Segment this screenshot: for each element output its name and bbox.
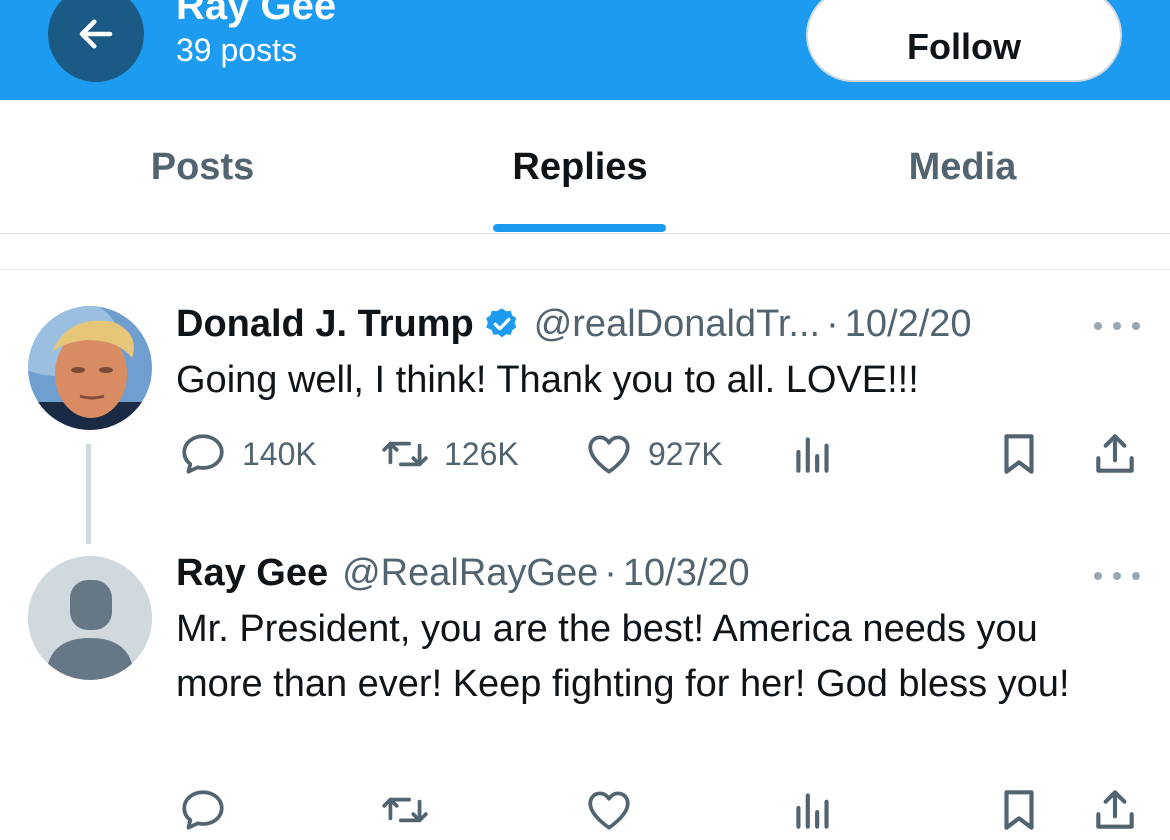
author-name[interactable]: Ray Gee xyxy=(176,552,328,595)
profile-header: Ray Gee 39 posts Follow xyxy=(0,0,1170,100)
tweet-actions: 140K 126K 927K xyxy=(0,424,1170,484)
tweet-date[interactable]: 10/3/20 xyxy=(623,552,750,595)
reply-count: 140K xyxy=(242,435,317,472)
views-icon xyxy=(796,793,829,829)
verified-badge-icon xyxy=(485,308,516,338)
tweet-date[interactable]: 10/2/20 xyxy=(845,303,972,346)
tab-replies[interactable]: Replies xyxy=(390,100,770,234)
more-dots-icon[interactable] xyxy=(1094,316,1140,336)
default-avatar-icon xyxy=(28,556,152,680)
profile-name: Ray Gee xyxy=(176,0,337,28)
share-icon xyxy=(1096,434,1134,473)
like-button[interactable] xyxy=(584,780,634,840)
arrow-left-icon xyxy=(79,19,113,49)
reply-icon xyxy=(182,434,224,474)
tweet-actions xyxy=(0,780,1170,840)
author-handle[interactable]: @realDonaldTr... xyxy=(534,303,820,346)
heart-icon xyxy=(588,435,630,474)
separator-dot: · xyxy=(826,302,839,345)
retweet-button[interactable] xyxy=(380,780,430,840)
share-button[interactable] xyxy=(1090,424,1140,484)
avatar-photo xyxy=(28,306,152,430)
tab-media[interactable]: Media xyxy=(770,100,1155,234)
bookmark-icon xyxy=(1004,790,1034,830)
tweet-text: Mr. President, you are the best! America… xyxy=(176,608,1070,705)
views-icon xyxy=(796,437,829,473)
divider xyxy=(0,269,1170,270)
retweet-count: 126K xyxy=(444,435,519,472)
tweet-header: Ray Gee @RealRayGee · 10/3/20 xyxy=(176,548,750,598)
avatar[interactable] xyxy=(28,306,152,430)
reply-button[interactable] xyxy=(178,780,228,840)
retweet-button[interactable]: 126K xyxy=(380,424,519,484)
separator-dot: · xyxy=(604,551,617,594)
follow-button[interactable]: Follow xyxy=(806,0,1122,82)
avatar[interactable] xyxy=(28,556,152,680)
profile-tabs: Posts Replies Media xyxy=(0,100,1170,234)
bookmark-button[interactable] xyxy=(994,780,1044,840)
author-name[interactable]: Donald J. Trump xyxy=(176,303,474,346)
retweet-icon xyxy=(382,441,428,467)
more-dots-icon[interactable] xyxy=(1094,566,1140,586)
reply-icon xyxy=(182,790,224,830)
bookmark-button[interactable] xyxy=(994,424,1044,484)
share-button[interactable] xyxy=(1090,780,1140,840)
share-icon xyxy=(1096,790,1134,829)
reply-button[interactable]: 140K xyxy=(178,424,317,484)
like-button[interactable]: 927K xyxy=(584,424,723,484)
views-button[interactable] xyxy=(788,780,838,840)
retweet-icon xyxy=(382,797,428,823)
tweet-header: Donald J. Trump @realDonaldTr... · 10/2/… xyxy=(176,299,972,349)
author-handle[interactable]: @RealRayGee xyxy=(342,552,598,595)
tweet-text: Going well, I think! Thank you to all. L… xyxy=(176,359,919,401)
post-count: 39 posts xyxy=(176,32,297,68)
active-tab-indicator xyxy=(493,224,666,232)
bookmark-icon xyxy=(1004,434,1034,474)
back-button[interactable] xyxy=(48,0,144,82)
heart-icon xyxy=(588,791,630,830)
like-count: 927K xyxy=(648,435,723,472)
views-button[interactable] xyxy=(788,424,838,484)
tab-posts[interactable]: Posts xyxy=(0,100,405,234)
